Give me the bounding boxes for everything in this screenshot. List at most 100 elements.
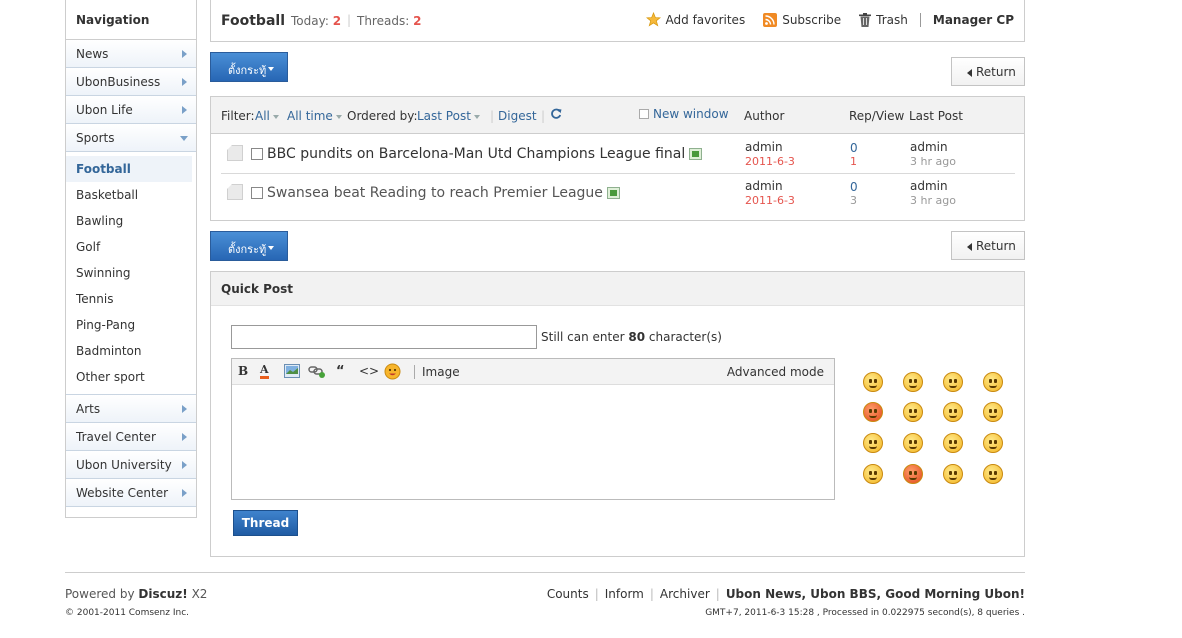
last-post-time[interactable]: 3 hr ago bbox=[910, 194, 956, 207]
forum-header: Football Today: 2 | Threads: 2 Add favor… bbox=[210, 0, 1025, 42]
smiley-icon[interactable] bbox=[903, 372, 923, 392]
smiley-icon[interactable] bbox=[903, 402, 923, 422]
filter-time-dropdown[interactable]: All time bbox=[287, 109, 342, 123]
thread-title-link[interactable]: Swansea beat Reading to reach Premier Le… bbox=[267, 185, 620, 201]
digest-link[interactable]: Digest bbox=[498, 109, 537, 123]
new-window-checkbox[interactable]: New window bbox=[639, 107, 729, 121]
threads-stat: Threads: 2 bbox=[357, 14, 422, 28]
text-color-button[interactable]: A bbox=[260, 364, 269, 379]
star-icon bbox=[645, 12, 661, 27]
order-dropdown[interactable]: Last Post bbox=[417, 109, 480, 123]
message-editor: B A “ <> Image Advanced mode bbox=[231, 358, 835, 500]
insert-image-button[interactable] bbox=[284, 364, 300, 380]
link-icon bbox=[308, 366, 325, 378]
thread-select-checkbox[interactable] bbox=[251, 148, 263, 160]
thread-select-checkbox[interactable] bbox=[251, 187, 263, 199]
divider: | bbox=[649, 587, 654, 601]
discuz-link[interactable]: Discuz! bbox=[138, 587, 187, 601]
column-rep-view: Rep/View bbox=[849, 109, 905, 123]
subforum-basketball[interactable]: Basketball bbox=[66, 182, 196, 208]
insert-link-button[interactable] bbox=[308, 364, 326, 380]
footer-link-archiver[interactable]: Archiver bbox=[660, 587, 710, 601]
copyright: © 2001-2011 Comsenz Inc. bbox=[65, 608, 190, 618]
subject-input[interactable] bbox=[231, 325, 537, 349]
subforum-bawling[interactable]: Bawling bbox=[66, 208, 196, 234]
smiley-button[interactable] bbox=[384, 363, 401, 380]
divider bbox=[414, 365, 415, 379]
sidebar-item-arts[interactable]: Arts bbox=[66, 395, 196, 423]
sidebar-item-sports[interactable]: Sports bbox=[66, 124, 196, 152]
subscribe-button[interactable]: Subscribe bbox=[763, 12, 841, 27]
sidebar-item-label: Website Center bbox=[76, 486, 169, 500]
trash-button[interactable]: Trash bbox=[859, 12, 908, 27]
last-post-time[interactable]: 3 hr ago bbox=[910, 155, 956, 168]
refresh-icon[interactable] bbox=[550, 108, 562, 123]
code-button[interactable]: <> bbox=[359, 364, 379, 380]
advanced-mode-link[interactable]: Advanced mode bbox=[727, 365, 824, 379]
sidebar-item-ubonbusiness[interactable]: UbonBusiness bbox=[66, 68, 196, 96]
return-button[interactable]: Return bbox=[951, 57, 1025, 86]
image-mode-link[interactable]: Image bbox=[422, 365, 460, 379]
footer-links: Counts | Inform | Archiver | Ubon News, … bbox=[547, 587, 1025, 601]
subforum-golf[interactable]: Golf bbox=[66, 234, 196, 260]
subforum-football[interactable]: Football bbox=[66, 156, 192, 182]
smiley-icon[interactable] bbox=[943, 433, 963, 453]
smiley-icon[interactable] bbox=[943, 402, 963, 422]
thread-title-link[interactable]: BBC pundits on Barcelona-Man Utd Champio… bbox=[267, 146, 703, 162]
quick-post-panel: Quick Post Still can enter 80 character(… bbox=[210, 271, 1025, 557]
subforum-badminton[interactable]: Badminton bbox=[66, 338, 196, 364]
sidebar-item-news[interactable]: News bbox=[66, 40, 196, 68]
new-thread-button-bottom[interactable]: ตั้งกระทู้ bbox=[210, 231, 288, 261]
picture-icon bbox=[284, 364, 300, 378]
footer-link-inform[interactable]: Inform bbox=[605, 587, 644, 601]
subforum-swinning[interactable]: Swinning bbox=[66, 260, 196, 286]
thread-last-post: admin 3 hr ago bbox=[910, 140, 956, 168]
reply-count[interactable]: 0 bbox=[850, 180, 858, 194]
smiley-icon[interactable] bbox=[863, 402, 883, 422]
return-button-bottom[interactable]: Return bbox=[951, 231, 1025, 260]
table-row: Swansea beat Reading to reach Premier Le… bbox=[221, 174, 1015, 213]
quote-button[interactable]: “ bbox=[336, 364, 345, 380]
smiley-icon[interactable] bbox=[903, 464, 923, 484]
divider: | bbox=[347, 13, 352, 27]
divider: | bbox=[594, 587, 599, 601]
bold-button[interactable]: B bbox=[238, 364, 248, 380]
sidebar-item-website-center[interactable]: Website Center bbox=[66, 479, 196, 507]
smiley-icon[interactable] bbox=[943, 464, 963, 484]
filter-type-dropdown[interactable]: All bbox=[255, 109, 279, 123]
smiley-icon[interactable] bbox=[863, 464, 883, 484]
last-post-author[interactable]: admin bbox=[910, 179, 948, 193]
author-link[interactable]: admin bbox=[745, 140, 783, 154]
author-link[interactable]: admin bbox=[745, 179, 783, 193]
sidebar-item-travel-center[interactable]: Travel Center bbox=[66, 423, 196, 451]
manager-cp-link[interactable]: Manager CP bbox=[933, 13, 1014, 27]
smiley-icon[interactable] bbox=[903, 433, 923, 453]
divider bbox=[65, 572, 1025, 573]
reply-count[interactable]: 0 bbox=[850, 141, 858, 155]
chevron-right-icon bbox=[182, 50, 187, 58]
smiley-icon[interactable] bbox=[983, 402, 1003, 422]
subforum-ping-pang[interactable]: Ping-Pang bbox=[66, 312, 196, 338]
sidebar-item-ubon-life[interactable]: Ubon Life bbox=[66, 96, 196, 124]
caret-down-icon bbox=[272, 114, 279, 119]
site-name-link[interactable]: Ubon News, Ubon BBS, Good Morning Ubon! bbox=[726, 587, 1025, 601]
footer-link-counts[interactable]: Counts bbox=[547, 587, 589, 601]
column-last-post: Last Post bbox=[909, 109, 963, 123]
thread-rep-view: 0 1 bbox=[850, 141, 858, 168]
subforum-tennis[interactable]: Tennis bbox=[66, 286, 196, 312]
smiley-icon[interactable] bbox=[863, 372, 883, 392]
smiley-icon[interactable] bbox=[863, 433, 883, 453]
sidebar-item-ubon-university[interactable]: Ubon University bbox=[66, 451, 196, 479]
smiley-icon[interactable] bbox=[983, 464, 1003, 484]
smiley-icon[interactable] bbox=[983, 372, 1003, 392]
new-thread-button[interactable]: ตั้งกระทู้ bbox=[210, 52, 288, 82]
smiley-icon[interactable] bbox=[943, 372, 963, 392]
add-favorites-button[interactable]: Add favorites bbox=[645, 12, 745, 27]
submit-thread-button[interactable]: Thread bbox=[233, 510, 298, 536]
sidebar-item-label: Sports bbox=[76, 131, 115, 145]
thread-author: admin 2011-6-3 bbox=[745, 179, 795, 207]
subforum-other-sport[interactable]: Other sport bbox=[66, 364, 196, 390]
message-textarea[interactable] bbox=[232, 385, 834, 498]
last-post-author[interactable]: admin bbox=[910, 140, 948, 154]
smiley-icon[interactable] bbox=[983, 433, 1003, 453]
